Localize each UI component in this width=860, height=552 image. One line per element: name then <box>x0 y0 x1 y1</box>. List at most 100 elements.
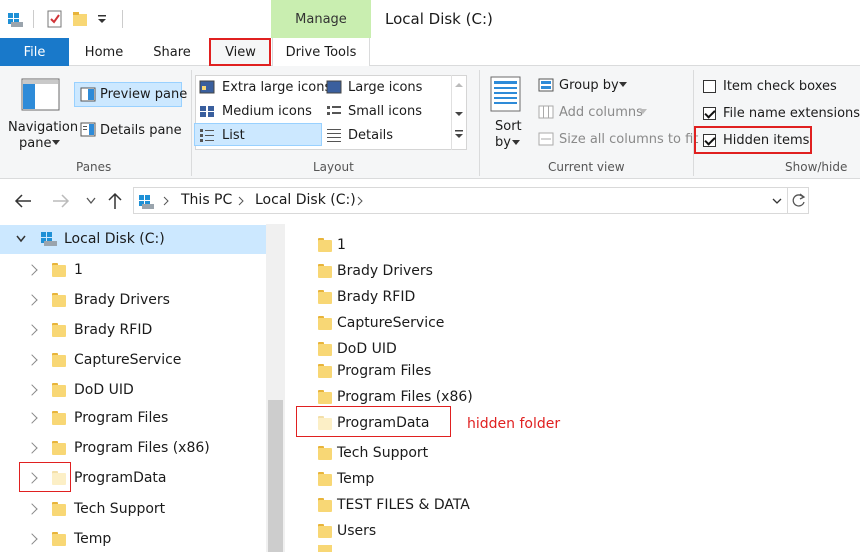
breadcrumb-chevron-icon[interactable] <box>163 196 170 206</box>
nav-item[interactable]: CaptureService <box>0 345 266 375</box>
nav-item-label: Temp <box>74 531 112 547</box>
item-check-boxes-checkbox[interactable] <box>703 80 716 93</box>
group-by-button[interactable]: Group by <box>559 78 619 93</box>
collapsed-chevron-icon[interactable] <box>26 384 38 396</box>
nav-hidden-highlight <box>19 462 71 492</box>
hidden-items-highlight <box>694 126 812 154</box>
file-name-extensions-checkbox[interactable] <box>703 107 716 120</box>
folder-icon <box>52 383 66 397</box>
nav-item[interactable]: Brady RFID <box>0 315 266 345</box>
large-icons-option[interactable]: Large icons <box>348 80 422 95</box>
folder-icon <box>318 316 332 330</box>
tab-file[interactable]: File <box>0 38 69 66</box>
nav-item[interactable]: Brady Drivers <box>0 285 266 315</box>
sort-label[interactable]: Sort <box>495 119 522 134</box>
dropdown-arrow-icon[interactable] <box>512 140 520 146</box>
details-view-icon[interactable] <box>326 128 342 142</box>
nav-item-label: Program Files <box>74 410 169 426</box>
details-view-option[interactable]: Details <box>348 128 393 143</box>
drive-icon[interactable] <box>6 10 24 28</box>
collapsed-chevron-icon[interactable] <box>26 264 38 276</box>
collapsed-chevron-icon[interactable] <box>26 533 38 545</box>
collapsed-chevron-icon[interactable] <box>26 442 38 454</box>
navigation-pane-label[interactable]: Navigation <box>8 120 78 135</box>
nav-item[interactable]: Tech Support <box>0 494 266 524</box>
properties-icon[interactable] <box>47 10 63 28</box>
nav-item[interactable]: Temp <box>0 524 266 552</box>
collapsed-chevron-icon[interactable] <box>26 503 38 515</box>
sort-label2[interactable]: by <box>495 135 511 150</box>
collapsed-chevron-icon[interactable] <box>26 324 38 336</box>
details-pane-icon[interactable] <box>80 122 96 138</box>
address-history-icon[interactable] <box>772 198 782 205</box>
file-item-label: Brady Drivers <box>337 263 433 279</box>
tab-share[interactable]: Share <box>140 38 204 66</box>
breadcrumb-local-disk[interactable]: Local Disk (C:) <box>255 192 356 208</box>
expanded-chevron-icon[interactable] <box>16 235 26 243</box>
file-item-label: Brady RFID <box>337 289 416 305</box>
large-icons-icon[interactable] <box>326 80 342 94</box>
nav-item-label: CaptureService <box>74 352 182 368</box>
group-by-icon[interactable] <box>538 78 554 92</box>
folder-icon <box>52 441 66 455</box>
extra-large-icons-icon[interactable] <box>199 80 215 94</box>
forward-arrow-icon[interactable] <box>52 194 70 208</box>
medium-icons-option[interactable]: Medium icons <box>222 104 312 119</box>
file-item-label: DoD UID <box>337 341 397 357</box>
refresh-icon[interactable] <box>791 193 806 208</box>
extra-large-icons-option[interactable]: Extra large icons <box>222 80 331 95</box>
qat-divider <box>122 10 123 28</box>
file-item-label: 1 <box>337 237 346 253</box>
collapsed-chevron-icon[interactable] <box>26 354 38 366</box>
folder-icon <box>318 238 332 252</box>
nav-item[interactable]: Program Files <box>0 403 266 433</box>
ribbon-separator <box>693 70 694 176</box>
file-item-label: TEST FILES & DATA <box>337 497 470 513</box>
nav-item-label: Program Files (x86) <box>74 440 210 456</box>
collapsed-chevron-icon[interactable] <box>26 412 38 424</box>
folder-icon <box>318 498 332 512</box>
hidden-folder-annotation: hidden folder <box>467 416 561 432</box>
qat-customize-icon[interactable] <box>97 14 107 24</box>
nav-item[interactable]: Program Files (x86) <box>0 433 266 463</box>
navigation-pane-label2[interactable]: pane <box>19 136 51 151</box>
breadcrumb-this-pc[interactable]: This PC <box>181 192 232 208</box>
item-check-boxes-label[interactable]: Item check boxes <box>723 79 837 94</box>
folder-icon <box>318 264 332 278</box>
file-name-extensions-label[interactable]: File name extensions <box>723 106 860 121</box>
folder-icon <box>52 411 66 425</box>
nav-item[interactable]: DoD UID <box>0 375 266 405</box>
nav-root-label[interactable]: Local Disk (C:) <box>64 231 165 247</box>
tab-home[interactable]: Home <box>72 38 136 66</box>
sort-by-icon[interactable] <box>490 76 522 112</box>
file-item-label: Program Files <box>337 363 432 379</box>
qat-divider <box>33 10 34 28</box>
collapsed-chevron-icon[interactable] <box>26 294 38 306</box>
dropdown-arrow-icon[interactable] <box>619 82 627 88</box>
size-all-columns-button: Size all columns to fit <box>559 132 699 147</box>
back-arrow-icon[interactable] <box>14 194 32 208</box>
view-tab-highlight <box>209 38 271 66</box>
dropdown-arrow-icon[interactable] <box>52 140 60 146</box>
breadcrumb-chevron-icon[interactable] <box>238 196 245 206</box>
up-arrow-icon[interactable] <box>108 192 122 210</box>
nav-scrollbar-thumb[interactable] <box>268 400 283 552</box>
manage-context-tab[interactable]: Manage <box>271 0 371 38</box>
add-columns-icon <box>538 105 554 119</box>
panes-group-label: Panes <box>76 160 112 174</box>
folder-icon <box>318 290 332 304</box>
file-item-label: Users <box>337 523 377 539</box>
small-icons-icon[interactable] <box>326 104 342 118</box>
navigation-pane-icon[interactable] <box>21 78 61 112</box>
tab-drive-tools[interactable]: Drive Tools <box>272 38 370 66</box>
medium-icons-icon[interactable] <box>199 104 215 118</box>
new-folder-icon[interactable] <box>73 12 87 26</box>
recent-locations-icon[interactable] <box>86 197 96 205</box>
breadcrumb-chevron-icon[interactable] <box>357 196 364 206</box>
details-pane-label[interactable]: Details pane <box>100 123 182 138</box>
ribbon-separator <box>479 70 480 176</box>
gallery-arrows-icon[interactable] <box>455 82 463 142</box>
small-icons-option[interactable]: Small icons <box>348 104 422 119</box>
nav-item[interactable]: 1 <box>0 255 266 285</box>
nav-item-label: ProgramData <box>74 470 167 486</box>
